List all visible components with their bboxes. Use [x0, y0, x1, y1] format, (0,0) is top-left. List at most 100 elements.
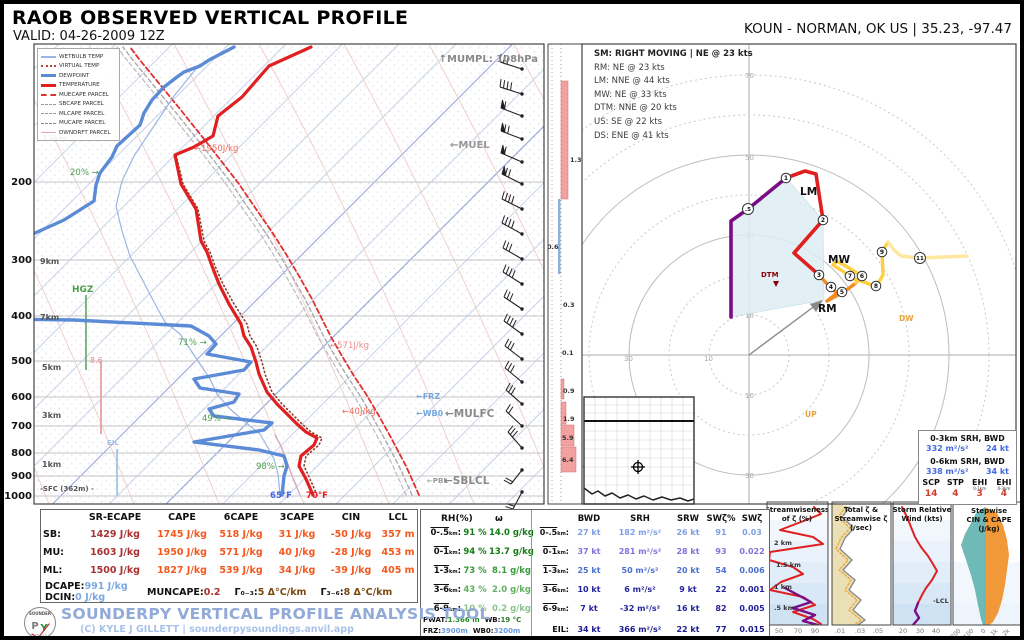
miniplot-stepwise: StepwiseCIN & CAPE(J/kg) — [953, 507, 1020, 625]
svg-text:vEB-0.2.6: vEB-0.2.6 — [33, 633, 47, 636]
svg-text:30: 30 — [624, 355, 633, 363]
svg-text:DTM: DTM — [761, 271, 779, 279]
svg-text:Total ζ &: Total ζ & — [844, 506, 878, 514]
svg-text:9: 9 — [880, 249, 884, 256]
svg-text:11: 11 — [916, 256, 924, 262]
svg-text:30: 30 — [916, 627, 924, 635]
footer-brand: SOUNDERPY VERTICAL PROFILE ANALYSIS TOOL — [61, 605, 373, 623]
inset-map — [584, 397, 694, 504]
svg-text:LM: LM — [800, 186, 817, 198]
svg-text:5.9: 5.9 — [562, 434, 574, 442]
svg-text:UP: UP — [805, 410, 817, 419]
svg-text:.05: .05 — [873, 627, 883, 635]
shear-row: 1-3km:25 kt50 m²/s²20 kt540.006 — [533, 566, 767, 575]
svg-text:6: 6 — [860, 273, 864, 280]
srh-box-values: 338 m²/s²34 kt — [919, 467, 1016, 476]
svg-text:65°F: 65°F — [270, 491, 292, 501]
svg-text:1 km: 1 km — [774, 583, 792, 591]
frz-row: FRZ: 3900mWB0: 3200m — [423, 627, 520, 635]
svg-text:-LCL: -LCL — [933, 597, 949, 605]
sounderpy-figure: RAOB OBSERVED VERTICAL PROFILE VALID: 04… — [0, 0, 1024, 640]
svg-text:-200: -200 — [948, 627, 963, 636]
srh-box-label: 0-3km SRH, BWD — [919, 434, 1016, 443]
svg-text:←MULFC: ←MULFC — [445, 408, 495, 420]
svg-text:1k: 1k — [989, 627, 999, 636]
svg-text:RM: RM — [818, 303, 837, 315]
svg-text:1000: 1000 — [4, 491, 32, 502]
shear-row: 3-6km:10 kt6 m²/s²9 kt220.001 — [533, 585, 767, 594]
shear-row: EIL:34 kt366 m²/s²22 kt770.015 — [533, 625, 767, 634]
svg-text:2: 2 — [821, 217, 825, 224]
srh-box-values: 332 m²/s²24 kt — [919, 444, 1016, 453]
svg-text:EIL: EIL — [107, 439, 119, 447]
table-row: ML:1500 J/kg1827 J/kg539 J/kg34 J/kg-39 … — [43, 565, 419, 576]
svg-text:←FRZ: ←FRZ — [416, 392, 440, 401]
sounderpy-logo: SOUNDERPYvEB-0.2.6 — [25, 608, 56, 637]
svg-text:1.3: 1.3 — [570, 156, 582, 164]
svg-text:800: 800 — [11, 448, 32, 459]
svg-text:71% →: 71% → — [178, 338, 207, 348]
index-stp1: STP4 — [943, 480, 967, 497]
svg-text:HGZ: HGZ — [72, 285, 94, 295]
svg-text:3km: 3km — [42, 411, 61, 420]
svg-text:0.6: 0.6 — [547, 243, 559, 251]
svg-text:←1950J/kg: ←1950J/kg — [194, 144, 238, 154]
svg-text:98% →: 98% → — [256, 462, 285, 472]
storm-motion-info: SM: RIGHT MOVING | NE @ 23 ktsRM: NE @ 2… — [594, 48, 753, 143]
miniplot-vorticity: Total ζ &Streamwise ζ(/sec) — [832, 502, 887, 625]
svg-text:(J/kg): (J/kg) — [978, 525, 999, 533]
svg-text:2 km: 2 km — [774, 539, 792, 547]
svg-text:4: 4 — [829, 284, 833, 291]
srh-box-label: 0-6km SRH, BWD — [919, 457, 1016, 466]
svg-text:49% →: 49% → — [202, 414, 231, 424]
svg-text:SOUNDER: SOUNDER — [29, 611, 51, 616]
index-ehi2: EHI0-1km3 — [968, 480, 992, 497]
svg-text:300: 300 — [11, 255, 32, 266]
dcape-row: DCAPE: 991 J/kg — [45, 581, 128, 592]
rh-row: 0-.5km:91 %14.0 g/kg — [423, 528, 531, 538]
table-divider — [531, 510, 532, 640]
legend-item: WETBULB TEMP — [41, 52, 117, 62]
svg-text:-100: -100 — [961, 627, 976, 636]
rh-row: 3-6km:43 %2.0 g/kg — [423, 585, 531, 595]
svg-text:Streamwiseness: Streamwiseness — [765, 506, 829, 514]
omega-panel: 1.30.60.30.10.91.95.96.4 — [547, 44, 582, 504]
miniplot-streamwiseness: 2 km1.5 km1 km.5 kmStreamwisenessof ζ (%… — [765, 506, 829, 625]
svg-text:←571J/kg: ←571J/kg — [330, 341, 369, 351]
svg-text:600: 600 — [11, 392, 32, 403]
muncape-row: MUNCAPE: 0.2Γ₀₋₃: 5 Δ°C/kmΓ₃₋₆: 8 Δ°C/km — [147, 587, 392, 598]
svg-text:DW: DW — [899, 314, 914, 323]
svg-text:1.5 km: 1.5 km — [776, 561, 801, 569]
svg-text:0: 0 — [980, 627, 988, 635]
svg-text:70°F: 70°F — [306, 491, 328, 501]
svg-text:CIN & CAPE: CIN & CAPE — [966, 516, 1011, 524]
svg-text:1: 1 — [784, 175, 788, 182]
svg-text:Streamwise ζ: Streamwise ζ — [835, 515, 888, 523]
legend-item: TEMPERATURE — [41, 81, 117, 91]
svg-text:900: 900 — [11, 471, 32, 482]
svg-text:.03: .03 — [855, 627, 865, 635]
legend-item: DWNDRFT PARCEL — [41, 128, 117, 138]
srh-summary-box: 0-3km SRH, BWD332 m²/s²24 kt 0-6km SRH, B… — [918, 430, 1017, 505]
legend-item: VIRTUAL TEMP — [41, 62, 117, 72]
svg-text:.01: .01 — [835, 627, 845, 635]
table-row: SR-ECAPECAPE6CAPE3CAPECINLCL — [43, 512, 419, 523]
svg-text:↑MUMPL: 108hPa: ↑MUMPL: 108hPa — [439, 54, 538, 65]
shear-row: 6-9km:7 kt-32 m²/s²16 kt820.005 — [533, 604, 767, 613]
index-ehi3: EHI0-3km4 — [992, 480, 1016, 497]
svg-text:0.1: 0.1 — [562, 349, 574, 357]
svg-text:500: 500 — [11, 356, 32, 367]
svg-text:8: 8 — [874, 283, 878, 290]
svg-text:50: 50 — [745, 154, 754, 162]
svg-text:20% →: 20% → — [70, 168, 99, 178]
svg-text:Wind (kts): Wind (kts) — [901, 515, 942, 523]
svg-text:30: 30 — [745, 472, 754, 480]
index-scp0: SCP14 — [919, 480, 943, 497]
sm-info-line: DS: ENE @ 41 kts — [594, 130, 753, 144]
composite-indices: SCP14STP4EHI0-1km3EHI0-3km4 — [919, 480, 1016, 497]
svg-text:5km: 5km — [42, 363, 61, 372]
shear-row: 0-1km:37 kt281 m²/s²28 kt930.022 — [533, 547, 767, 556]
svg-text:10: 10 — [745, 392, 754, 400]
svg-text:MW: MW — [828, 254, 850, 266]
rh-row: 1-3km:73 %8.1 g/kg — [423, 566, 531, 576]
